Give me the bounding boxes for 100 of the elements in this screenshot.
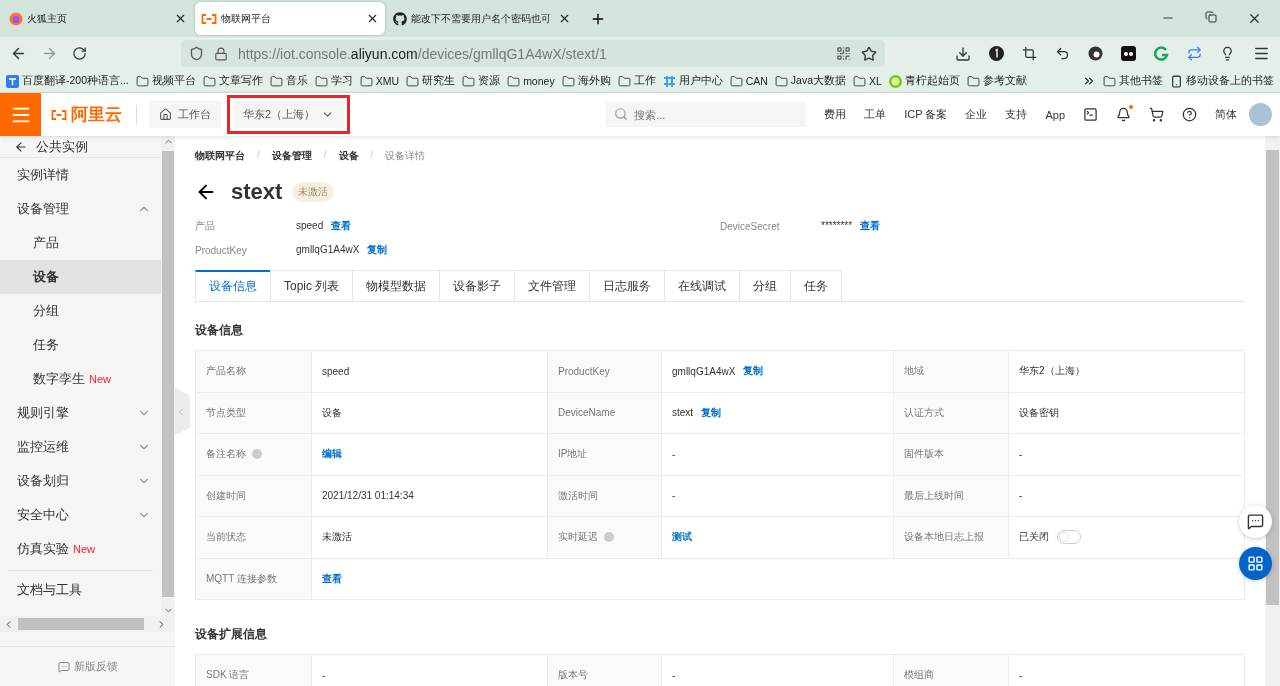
bell-icon[interactable] — [1116, 107, 1131, 122]
workbench-button[interactable]: 工作台 — [149, 101, 221, 128]
tab[interactable]: 设备信息 — [195, 270, 271, 301]
bookmark[interactable]: Java大数据 — [774, 74, 846, 88]
bookmark[interactable]: XL — [853, 74, 882, 88]
close-icon[interactable] — [1247, 11, 1262, 26]
sidebar-item[interactable]: 设备 — [0, 260, 161, 294]
browser-tab[interactable]: 能改下不需要用户名个密码也可 — [387, 2, 577, 35]
bookmark[interactable]: 百度翻译-200种语言... — [6, 74, 129, 88]
sidebar-item[interactable]: 规则引擎 — [0, 396, 161, 430]
bookmark[interactable]: XMU — [359, 74, 400, 88]
language-link[interactable]: 简体 — [1215, 107, 1237, 122]
bookmark[interactable]: 其他书签 — [1103, 74, 1163, 88]
value-text: speed — [322, 365, 350, 377]
search-field[interactable]: 搜索... — [606, 102, 807, 127]
reload-icon[interactable] — [72, 46, 87, 61]
value-text: - — [672, 669, 676, 681]
bookmark[interactable]: 青柠起始页 — [888, 74, 960, 88]
collapse-handle[interactable] — [175, 388, 190, 435]
bookmark[interactable]: 海外购 — [561, 74, 611, 88]
breadcrumb-link[interactable]: 设备管理 — [271, 149, 312, 163]
feedback-link[interactable]: 新版反馈 — [0, 646, 175, 686]
nav-link[interactable]: 费用 — [824, 107, 847, 122]
download-icon[interactable] — [955, 45, 971, 62]
breadcrumb-link[interactable]: 物联网平台 — [195, 149, 245, 163]
lightbulb-icon[interactable] — [1220, 46, 1235, 61]
bookmark[interactable]: CAN — [729, 74, 768, 88]
sidebar-item[interactable]: 设备管理 — [0, 192, 161, 226]
label-cell: 节点类型 — [196, 392, 312, 434]
extension-icon[interactable] — [989, 46, 1004, 61]
folder-icon — [1103, 74, 1116, 88]
bookmark[interactable]: 视频平台 — [135, 74, 196, 88]
nav-link[interactable]: 支持 — [1005, 107, 1028, 122]
label-cell: 设备本地日志上报 — [894, 517, 1009, 559]
scrollbar-thumb[interactable] — [1266, 150, 1279, 605]
bookmark[interactable]: 用户中心 — [662, 74, 723, 88]
menu-button[interactable] — [0, 93, 41, 136]
copy-link[interactable]: 复制 — [743, 364, 764, 379]
action-link[interactable]: 编辑 — [322, 447, 342, 462]
breadcrumb-link[interactable]: 设备 — [338, 149, 359, 163]
nav-link[interactable]: App — [1045, 108, 1065, 121]
qr-code-icon[interactable] — [836, 46, 851, 61]
bookmark[interactable]: 文章写作 — [202, 74, 263, 88]
star-icon[interactable] — [861, 45, 877, 62]
nav-link[interactable]: 工单 — [864, 107, 887, 122]
bookmark[interactable]: 音乐 — [269, 74, 308, 88]
close-icon[interactable] — [366, 12, 379, 25]
label-cell: 备注名称 — [196, 434, 312, 476]
sidebar-item[interactable]: 监控运维 — [0, 430, 161, 464]
sidebar-item[interactable]: 数字孪生 New — [0, 362, 161, 396]
nav-link[interactable]: 企业 — [965, 107, 988, 122]
breadcrumb-link[interactable]: 设备详情 — [385, 149, 426, 163]
bookmark[interactable]: 工作 — [617, 74, 656, 88]
bookmark[interactable]: 移动设备上的书签 — [1170, 74, 1274, 88]
chat-button[interactable] — [1239, 505, 1272, 538]
browser-tab[interactable]: 火狐主页 — [3, 2, 193, 35]
sidebar-item[interactable]: 仿真实验 New — [0, 532, 161, 566]
close-icon[interactable] — [174, 12, 187, 25]
new-label: New — [73, 543, 96, 555]
toggle-switch[interactable] — [1057, 530, 1081, 545]
action-link[interactable]: 查看 — [860, 219, 881, 233]
more-bookmarks-icon[interactable] — [1082, 74, 1096, 88]
crop-icon[interactable] — [1022, 46, 1037, 61]
extension-icon[interactable] — [1121, 46, 1136, 61]
sidebar-item[interactable]: 分组 — [0, 294, 161, 328]
browser-tab[interactable]: 物联网平台 — [195, 2, 385, 35]
address-bar[interactable]: https://iot.console.aliyun.com/devices/gmllqG1A4wX/stext/1 — [181, 40, 885, 67]
bookmark[interactable]: money — [507, 74, 555, 88]
scrollbar-thumb[interactable] — [162, 151, 174, 597]
tab[interactable]: 任务 — [790, 270, 843, 301]
restore-icon[interactable] — [1205, 11, 1217, 23]
sidebar-item[interactable]: 文档与工具 — [0, 573, 161, 607]
terminal-icon[interactable] — [1083, 107, 1098, 122]
extension-icon[interactable] — [1088, 46, 1103, 61]
close-icon[interactable] — [558, 12, 571, 25]
scrollbar-thumb[interactable] — [18, 618, 144, 630]
value-text: 未激活 — [322, 530, 352, 545]
undo-icon[interactable] — [1055, 46, 1070, 61]
nav-link[interactable]: ICP 备案 — [904, 107, 948, 122]
back-icon[interactable] — [10, 45, 27, 62]
sidebar-item[interactable]: 实例详情 — [0, 158, 161, 192]
sidebar-item[interactable]: 任务 — [0, 328, 161, 362]
bookmark[interactable]: 研究生 — [406, 74, 456, 88]
sidebar-item[interactable]: 安全中心 — [0, 498, 161, 532]
action-link[interactable]: 复制 — [367, 243, 388, 257]
action-link[interactable]: 查看 — [331, 219, 352, 233]
bookmark[interactable]: 资源 — [462, 74, 501, 88]
apps-button[interactable] — [1239, 547, 1272, 580]
region-selector[interactable]: 华东2（上海） — [233, 101, 345, 128]
copy-link[interactable]: 复制 — [701, 405, 722, 420]
action-link[interactable]: 查看 — [322, 571, 342, 586]
cart-icon[interactable] — [1149, 107, 1164, 122]
bookmark[interactable]: 学习 — [314, 74, 353, 88]
help-icon[interactable] — [1182, 107, 1197, 122]
bookmark[interactable]: 参考文献 — [966, 74, 1027, 88]
sidebar-item[interactable]: 产品 — [0, 226, 161, 260]
menu-icon[interactable] — [1253, 45, 1270, 62]
sidebar-item[interactable]: 设备划归 — [0, 464, 161, 498]
action-link[interactable]: 测试 — [672, 530, 692, 545]
repeat-icon[interactable] — [1187, 46, 1202, 61]
